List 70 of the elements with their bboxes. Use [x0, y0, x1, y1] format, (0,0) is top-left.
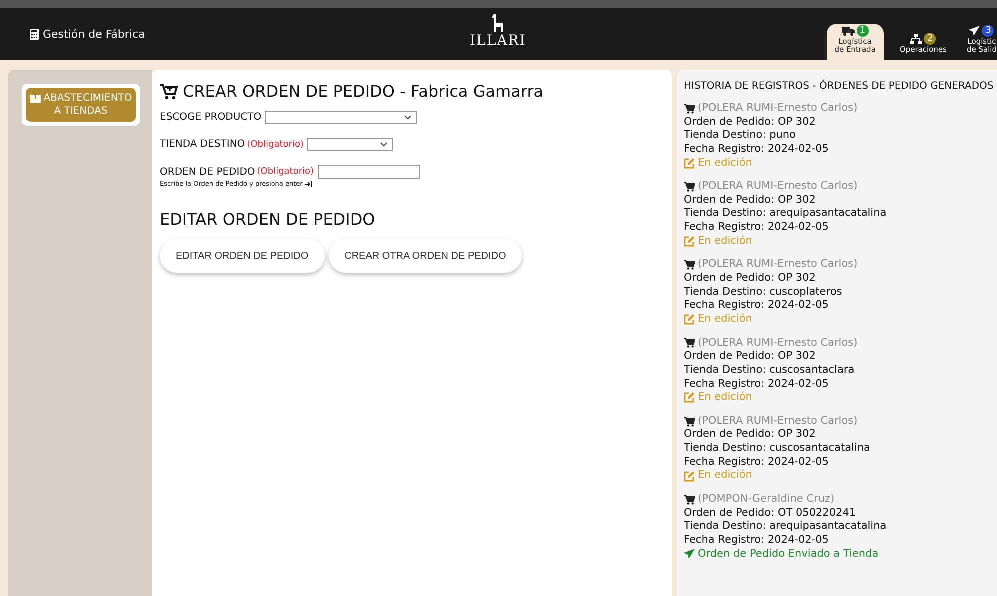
chevron-down-icon: [380, 142, 388, 147]
network-icon: [910, 34, 922, 44]
edit-icon: [684, 236, 695, 248]
register-date: Fecha Registro: 2024-02-05: [684, 221, 830, 235]
status-text: En edición: [698, 469, 752, 484]
register-date: Fecha Registro: 2024-02-05: [684, 299, 830, 313]
product-name: (POLERA RUMI-Ernesto Carlos): [698, 102, 858, 116]
register-date: Fecha Registro: 2024-02-05: [684, 142, 830, 157]
destination-store: Tienda Destino: cuscoplateros: [684, 286, 844, 300]
destination-store: Tienda Destino: cuscosantaclara: [684, 364, 856, 378]
history-title: HISTORIA DE REGISTROS - ÓRDENES DE PEDIDO GENERADOS: [684, 80, 995, 93]
destination-store: Tienda Destino: arequipasantacatalina: [684, 207, 888, 222]
send-icon: [969, 26, 980, 36]
chevron-down-icon: [404, 115, 412, 120]
required-note: (Obligatorio): [257, 167, 314, 177]
register-date: Fecha Registro: 2024-02-05: [684, 378, 830, 392]
field-label: ESCOGE PRODUCTO: [160, 112, 262, 123]
select-field[interactable]: [264, 111, 417, 124]
action-button[interactable]: EDITAR ORDEN DE PEDIDO: [160, 239, 325, 273]
order-number: Orden de Pedido: OP 302: [684, 272, 817, 286]
count-badge: 2: [924, 33, 936, 46]
action-button[interactable]: CREAR OTRA ORDEN DE PEDIDO: [328, 239, 522, 273]
product-name: (POLERA RUMI-Ernesto Carlos): [698, 336, 858, 350]
status-text: En edición: [698, 156, 752, 170]
cart-icon: [684, 182, 695, 192]
destination-store: Tienda Destino: arequipasantacatalina: [684, 520, 888, 534]
form-title: CREAR ORDEN DE PEDIDO - Fabrica Gamarra: [183, 82, 544, 101]
field-label: ORDEN DE PEDIDO: [160, 166, 256, 178]
status-text: En edición: [698, 391, 752, 405]
destination-store: Tienda Destino: cuscosantacatalina: [684, 442, 872, 456]
field-label: TIENDA DESTINO: [160, 139, 246, 150]
app-title: Gestión de Fábrica: [43, 28, 146, 40]
status-text: En edición: [698, 234, 752, 248]
calculator-icon: [30, 28, 39, 40]
cart-icon: [684, 104, 695, 114]
cart-icon: [684, 338, 695, 348]
edit-icon: [684, 392, 695, 404]
cart-icon: [684, 494, 695, 505]
cart-plus-icon: [160, 84, 178, 100]
order-number: Orden de Pedido: OP 302: [684, 350, 817, 364]
count-badge: 1: [856, 24, 869, 37]
cart-icon: [684, 416, 695, 427]
cart-icon: [684, 260, 695, 270]
enter-icon: [304, 180, 313, 188]
edit-icon: [684, 470, 695, 482]
register-date: Fecha Registro: 2024-02-05: [684, 456, 830, 470]
product-name: (POLERA RUMI-Ernesto Carlos): [698, 180, 858, 194]
select-field[interactable]: [306, 138, 393, 151]
edit-icon: [684, 158, 695, 169]
order-number: Orden de Pedido: OT 050220241: [684, 506, 858, 520]
status-text: Orden de Pedido Enviado a Tienda: [698, 548, 879, 562]
register-date: Fecha Registro: 2024-02-05: [684, 534, 830, 548]
order-number: Orden de Pedido: OP 302: [684, 116, 817, 130]
edit-icon: [684, 314, 695, 326]
product-name: (POLERA RUMI-Ernesto Carlos): [698, 258, 858, 272]
status-text: En edición: [698, 312, 752, 327]
section-title: EDITAR ORDEN DE PEDIDO: [160, 210, 376, 229]
logo-text: ILLARI: [470, 33, 526, 49]
truck-icon: [842, 26, 855, 36]
product-name: (POMPON-Geraldine Cruz): [698, 493, 835, 507]
llama-icon: [491, 14, 506, 32]
count-badge: 3: [982, 24, 994, 37]
send-icon: [684, 549, 695, 560]
order-number: Orden de Pedido: OP 302: [684, 194, 817, 208]
boxes-icon: [30, 94, 41, 102]
product-name: (POLERA RUMI-Ernesto Carlos): [698, 414, 858, 428]
destination-store: Tienda Destino: puno: [684, 129, 797, 143]
required-note: (Obligatorio): [247, 140, 304, 150]
order-number: Orden de Pedido: OP 302: [684, 428, 817, 442]
input-field[interactable]: [318, 165, 420, 179]
